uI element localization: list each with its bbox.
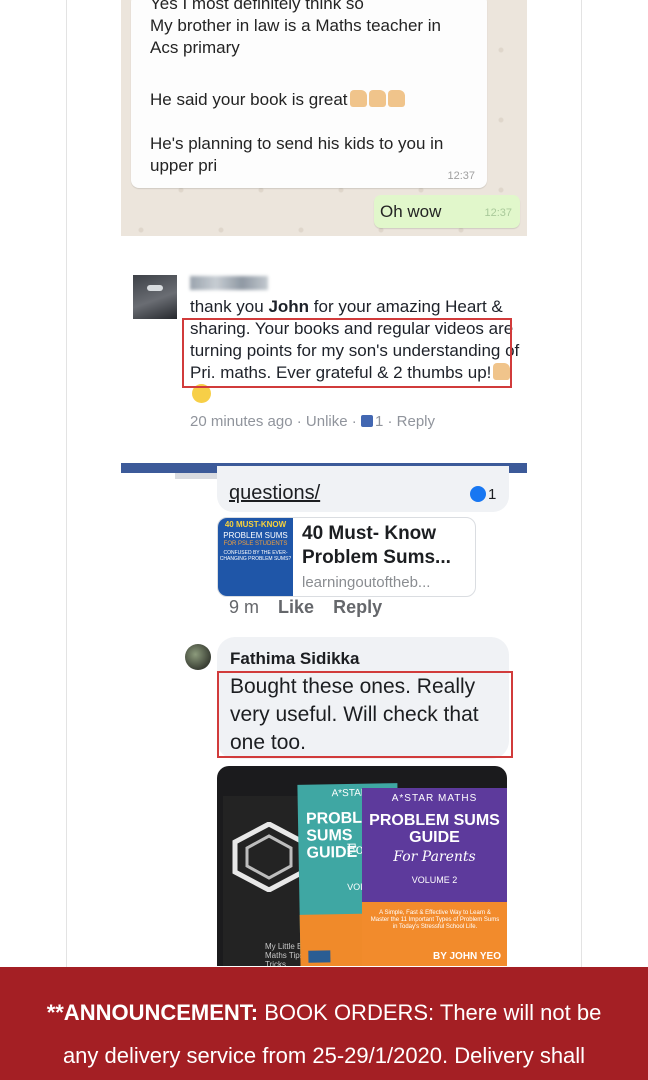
message-line: upper pri: [150, 156, 218, 175]
comment-time: 9 m: [229, 597, 260, 617]
message-line-text: He said your book is great: [150, 90, 348, 109]
comment-text: thank you John for your amazing Heart & …: [190, 296, 520, 406]
thumbnail-line: PROBLEM SUMS: [223, 531, 288, 540]
incoming-message-bubble: Yes I most definitely think so My brothe…: [131, 0, 487, 188]
comment-time: 20 minutes ago: [190, 413, 293, 430]
like-button[interactable]: Like: [278, 597, 314, 617]
link-preview-domain: learningoutoftheb...: [302, 574, 431, 591]
books-photo[interactable]: My Little Book of Maths Tips & Tricks A*…: [217, 766, 507, 966]
link-preview-card[interactable]: 40 MUST-KNOW PROBLEM SUMS FOR PSLE STUDE…: [217, 517, 476, 597]
announcement-label: **ANNOUNCEMENT:: [46, 1000, 259, 1025]
thumbnail-line: 40 MUST-KNOW: [224, 520, 287, 529]
like-reaction-icon: [470, 486, 486, 502]
like-count: 1: [374, 413, 384, 430]
link-preview-thumbnail: 40 MUST-KNOW PROBLEM SUMS FOR PSLE STUDE…: [218, 518, 293, 596]
smile-emoji-icon: [192, 384, 211, 403]
geometric-logo-icon: [232, 822, 306, 892]
reaction-count-value: 1: [488, 486, 497, 503]
reaction-count[interactable]: 1: [470, 486, 496, 503]
thumbs-up-emoji-icon: [493, 363, 511, 380]
reply-link[interactable]: Reply: [397, 413, 435, 430]
comment-meta: 20 minutes ago · Unlike · 1 · Reply: [190, 413, 435, 430]
purple-book-author: BY JOHN YEO: [433, 951, 501, 962]
like-icon: [360, 415, 373, 427]
message-timestamp: 12:37: [484, 207, 512, 219]
comment-text-part: thank you: [190, 297, 269, 316]
avatar[interactable]: [133, 275, 177, 319]
comment-text: Bought these ones. Really very useful. W…: [230, 675, 479, 754]
avatar[interactable]: [185, 644, 211, 670]
message-timestamp: 12:37: [447, 170, 475, 182]
blurred-commenter-name: [190, 276, 268, 290]
purple-book: A*STAR MATHS PROBLEM SUMS GUIDE For Pare…: [362, 788, 507, 966]
message-line: He's planning to send his kids to you in: [150, 134, 444, 153]
message-line: He said your book is great: [150, 90, 405, 110]
thumbnail-line: CONFUSED BY THE EVER-CHANGING PROBLEM SU…: [219, 550, 292, 562]
thumbs-up-emoji-icon: [368, 90, 386, 107]
thumbs-up-emoji-icon: [349, 90, 367, 107]
commenter-name[interactable]: Fathima Sidikka: [230, 649, 359, 669]
thumbnail-line: FOR PSLE STUDENTS: [223, 541, 288, 547]
purple-book-footer: A Simple, Fast & Effective Way to Learn …: [362, 902, 507, 966]
purple-book-volume: VOLUME 2: [411, 875, 458, 885]
message-line: Acs primary: [150, 38, 240, 57]
announcement-banner: **ANNOUNCEMENT: BOOK ORDERS: There will …: [0, 967, 648, 1080]
message-line: Yes I most definitely think so: [150, 0, 364, 13]
outgoing-message-text: Oh wow: [380, 202, 442, 221]
purple-book-note: A Simple, Fast & Effective Way to Learn …: [370, 910, 500, 930]
link-preview-title: 40 Must- Know Problem Sums...: [302, 523, 451, 568]
purple-book-subtitle: For Parents: [393, 849, 476, 865]
reply-button[interactable]: Reply: [333, 597, 382, 617]
outgoing-message-bubble: Oh wow 12:37: [374, 195, 520, 228]
publisher-logo-icon: [308, 950, 331, 963]
message-line: My brother in law is a Maths teacher in: [150, 16, 442, 35]
announcement-line: **ANNOUNCEMENT: BOOK ORDERS: There will …: [0, 1000, 648, 1026]
comment-actions: 9 m Like Reply: [229, 597, 382, 618]
announcement-line: any delivery service from 25-29/1/2020. …: [62, 1043, 586, 1068]
announcement-text: BOOK ORDERS: There will not be: [258, 1000, 602, 1025]
thumbs-up-emoji-icon: [387, 90, 405, 107]
unlike-link[interactable]: Unlike: [306, 413, 348, 430]
whatsapp-screenshot: Yes I most definitely think so My brothe…: [121, 0, 527, 236]
comment-link[interactable]: questions/: [229, 482, 320, 505]
purple-book-title: PROBLEM SUMS GUIDE: [369, 812, 500, 846]
purple-book-brand: A*STAR MATHS: [391, 793, 478, 804]
mention-name[interactable]: John: [268, 297, 309, 316]
